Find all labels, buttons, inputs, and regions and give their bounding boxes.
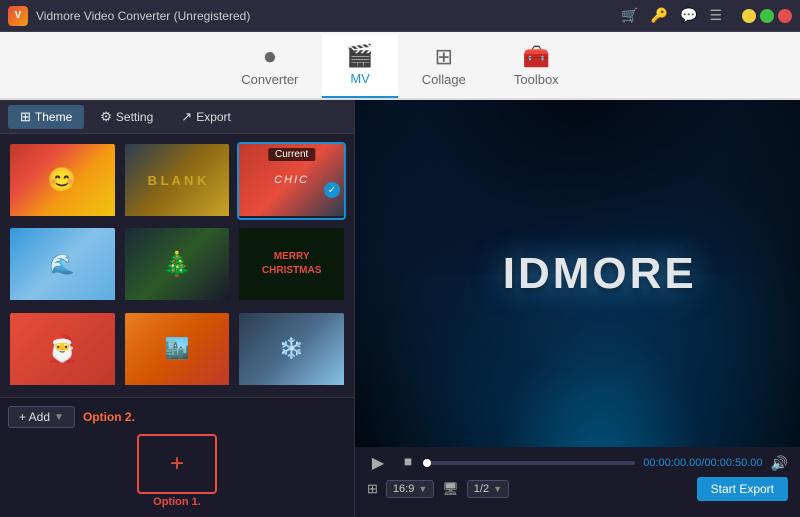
theme-happy-label: Happy <box>10 216 115 220</box>
tab-toolbox-label: Toolbox <box>514 72 559 87</box>
theme-modernlife-label: Modern Life <box>125 385 230 389</box>
toolbox-icon: 🧰 <box>523 44 550 70</box>
time-display: 00:00:00.00/00:00:50.00 <box>643 457 762 469</box>
cart-icon[interactable]: 🛒 <box>621 7 638 24</box>
theme-santaclaus-label: Santa Claus <box>10 385 115 389</box>
progress-thumb <box>423 459 431 467</box>
time-current: 00:00:00.00 <box>643 457 701 469</box>
playback-controls: ▶ ⏹ 00:00:00.00/00:00:50.00 🔊 <box>367 453 788 473</box>
mv-icon: 🎬 <box>346 43 373 69</box>
theme-subtab-icon: ⊞ <box>20 109 31 125</box>
right-panel: IDMORE ▶ ⏹ 00:00:00.00/00:00:50.00 🔊 ⊞ 1… <box>355 100 800 517</box>
theme-happy[interactable]: 😊 Happy <box>8 142 117 220</box>
option2-label: Option 2. <box>83 410 135 424</box>
theme-christmas-label: Christmas Eve <box>125 300 230 304</box>
resolution-icon: ⊞ <box>367 481 378 497</box>
subtab-export[interactable]: ↗ Export <box>169 105 243 129</box>
window-controls: — □ ✕ <box>742 9 792 23</box>
add-dropdown-arrow: ▼ <box>54 412 64 423</box>
video-controls: ▶ ⏹ 00:00:00.00/00:00:50.00 🔊 ⊞ 16:9 ▼ 🖥 <box>355 447 800 517</box>
tab-converter[interactable]: ⏺ Converter <box>217 34 322 98</box>
theme-snowynight[interactable]: ❄️ Snowy Night <box>237 311 346 389</box>
current-badge: Current <box>268 148 315 161</box>
subtab-theme-label: Theme <box>35 110 72 124</box>
subtab-setting[interactable]: ⚙ Setting <box>88 105 165 129</box>
tab-toolbox[interactable]: 🧰 Toolbox <box>490 34 583 98</box>
minimize-button[interactable]: — <box>742 9 756 23</box>
left-panel: ⊞ Theme ⚙ Setting ↗ Export 😊 Happy <box>0 100 355 517</box>
stop-button[interactable]: ⏹ <box>397 454 419 472</box>
tab-mv[interactable]: 🎬 MV <box>322 34 397 98</box>
titlebar: V Vidmore Video Converter (Unregistered)… <box>0 0 800 32</box>
tab-collage-label: Collage <box>422 72 466 87</box>
page-value: 1/2 <box>474 483 489 495</box>
page-selector[interactable]: 1/2 ▼ <box>467 480 509 498</box>
page-icon: 🖥 <box>442 481 459 497</box>
play-button[interactable]: ▶ <box>367 453 389 473</box>
progress-bar[interactable] <box>427 461 635 465</box>
watermark-text: IDMORE <box>503 249 697 299</box>
maximize-button[interactable]: □ <box>760 9 774 23</box>
export-subtab-icon: ↗ <box>181 109 192 125</box>
tab-mv-label: MV <box>350 71 370 86</box>
nav-tabs: ⏺ Converter 🎬 MV ⊞ Collage 🧰 Toolbox <box>0 32 800 100</box>
ratio-selector[interactable]: 16:9 ▼ <box>386 480 434 498</box>
titlebar-actions: 🛒 🔑 💬 ☰ — □ ✕ <box>621 7 792 24</box>
setting-subtab-icon: ⚙ <box>100 109 112 125</box>
volume-icon[interactable]: 🔊 <box>771 455 788 472</box>
app-logo: V <box>8 6 28 26</box>
converter-icon: ⏺ <box>264 44 275 70</box>
theme-blank-label: Blank <box>125 216 230 220</box>
clip-add-section: + Option 1. <box>8 434 346 508</box>
theme-snowynight-label: Snowy Night <box>239 385 344 389</box>
theme-simple-label: Simple <box>10 300 115 304</box>
theme-christmas[interactable]: 🎄 Christmas Eve <box>123 226 232 304</box>
tab-collage[interactable]: ⊞ Collage <box>398 34 490 98</box>
watermark-label: IDMORE <box>503 249 697 298</box>
add-button[interactable]: + Add ▼ <box>8 406 75 428</box>
theme-merrychristmas-label: Merry Christmas <box>239 300 344 304</box>
main-area: ⊞ Theme ⚙ Setting ↗ Export 😊 Happy <box>0 100 800 517</box>
page-dropdown-icon: ▼ <box>493 484 502 494</box>
theme-merrychristmas[interactable]: MERRYCHRISTMAS Merry Christmas <box>237 226 346 304</box>
chat-icon[interactable]: 💬 <box>680 7 697 24</box>
ratio-dropdown-icon: ▼ <box>418 484 427 494</box>
video-preview: IDMORE <box>355 100 800 447</box>
add-clip-box[interactable]: + <box>137 434 217 494</box>
add-clips-area: + Add ▼ Option 2. + Option 1. <box>0 397 354 517</box>
start-export-button[interactable]: Start Export <box>697 477 788 501</box>
add-clip-plus-icon: + <box>170 450 184 478</box>
theme-simple[interactable]: 🌊 Simple <box>8 226 117 304</box>
theme-santaclaus[interactable]: 🎅 Santa Claus <box>8 311 117 389</box>
sub-tabs: ⊞ Theme ⚙ Setting ↗ Export <box>0 100 354 134</box>
add-row: + Add ▼ Option 2. <box>8 406 346 428</box>
subtab-setting-label: Setting <box>116 110 153 124</box>
theme-chic-label: Chic <box>239 216 344 220</box>
menu-icon[interactable]: ☰ <box>709 7 722 24</box>
close-button[interactable]: ✕ <box>778 9 792 23</box>
time-total: 00:00:50.00 <box>704 457 762 469</box>
tab-converter-label: Converter <box>241 72 298 87</box>
subtab-theme[interactable]: ⊞ Theme <box>8 105 84 129</box>
theme-chic[interactable]: CHIC ✓ Current Chic <box>237 142 346 220</box>
add-button-label: + Add <box>19 410 50 424</box>
key-icon[interactable]: 🔑 <box>651 7 668 24</box>
theme-grid: 😊 Happy B L A N K Blank CHIC ✓ Current C… <box>0 134 354 397</box>
subtab-export-label: Export <box>196 110 231 124</box>
format-controls: ⊞ 16:9 ▼ 🖥 1/2 ▼ Start Export <box>367 477 788 501</box>
theme-modernlife[interactable]: 🏙️ Modern Life <box>123 311 232 389</box>
ratio-value: 16:9 <box>393 483 414 495</box>
app-title: Vidmore Video Converter (Unregistered) <box>36 9 621 23</box>
collage-icon: ⊞ <box>435 44 453 70</box>
theme-blank[interactable]: B L A N K Blank <box>123 142 232 220</box>
option1-label: Option 1. <box>153 496 201 508</box>
